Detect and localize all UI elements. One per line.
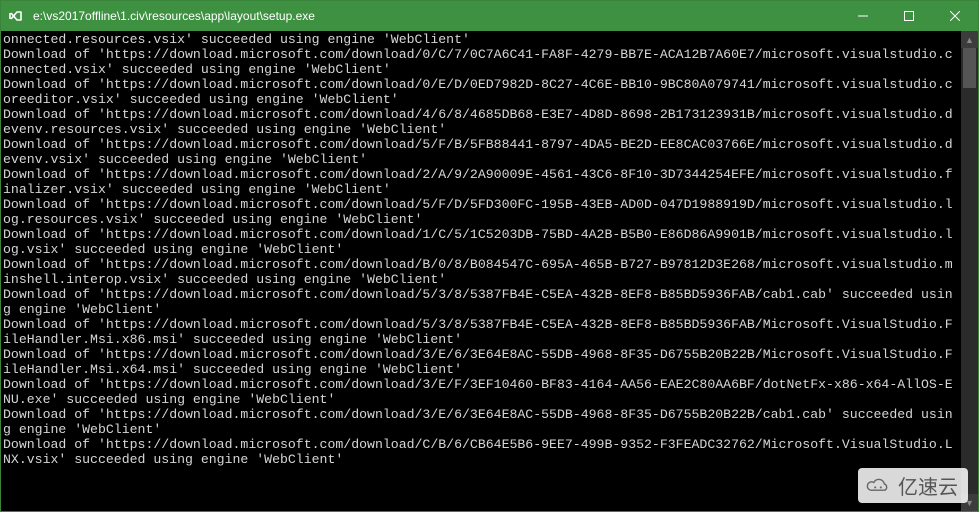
close-button[interactable] [932, 1, 978, 31]
scroll-track[interactable] [961, 48, 978, 494]
vertical-scrollbar[interactable]: ▲ ▼ [961, 31, 978, 511]
app-window: e:\vs2017offline\1.civ\resources\app\lay… [0, 0, 979, 512]
titlebar[interactable]: e:\vs2017offline\1.civ\resources\app\lay… [1, 1, 978, 31]
cloud-icon [864, 477, 892, 495]
maximize-button[interactable] [886, 1, 932, 31]
watermark: 亿速云 [858, 468, 968, 503]
client-area: onnected.resources.vsix' succeeded using… [1, 31, 978, 511]
vs-infinity-icon [1, 8, 31, 24]
scroll-up-button[interactable]: ▲ [961, 31, 978, 48]
minimize-button[interactable] [840, 1, 886, 31]
console-output: onnected.resources.vsix' succeeded using… [1, 31, 961, 511]
window-title: e:\vs2017offline\1.civ\resources\app\lay… [31, 9, 840, 23]
window-controls [840, 1, 978, 31]
watermark-text: 亿速云 [898, 471, 958, 500]
scroll-thumb[interactable] [963, 48, 976, 88]
